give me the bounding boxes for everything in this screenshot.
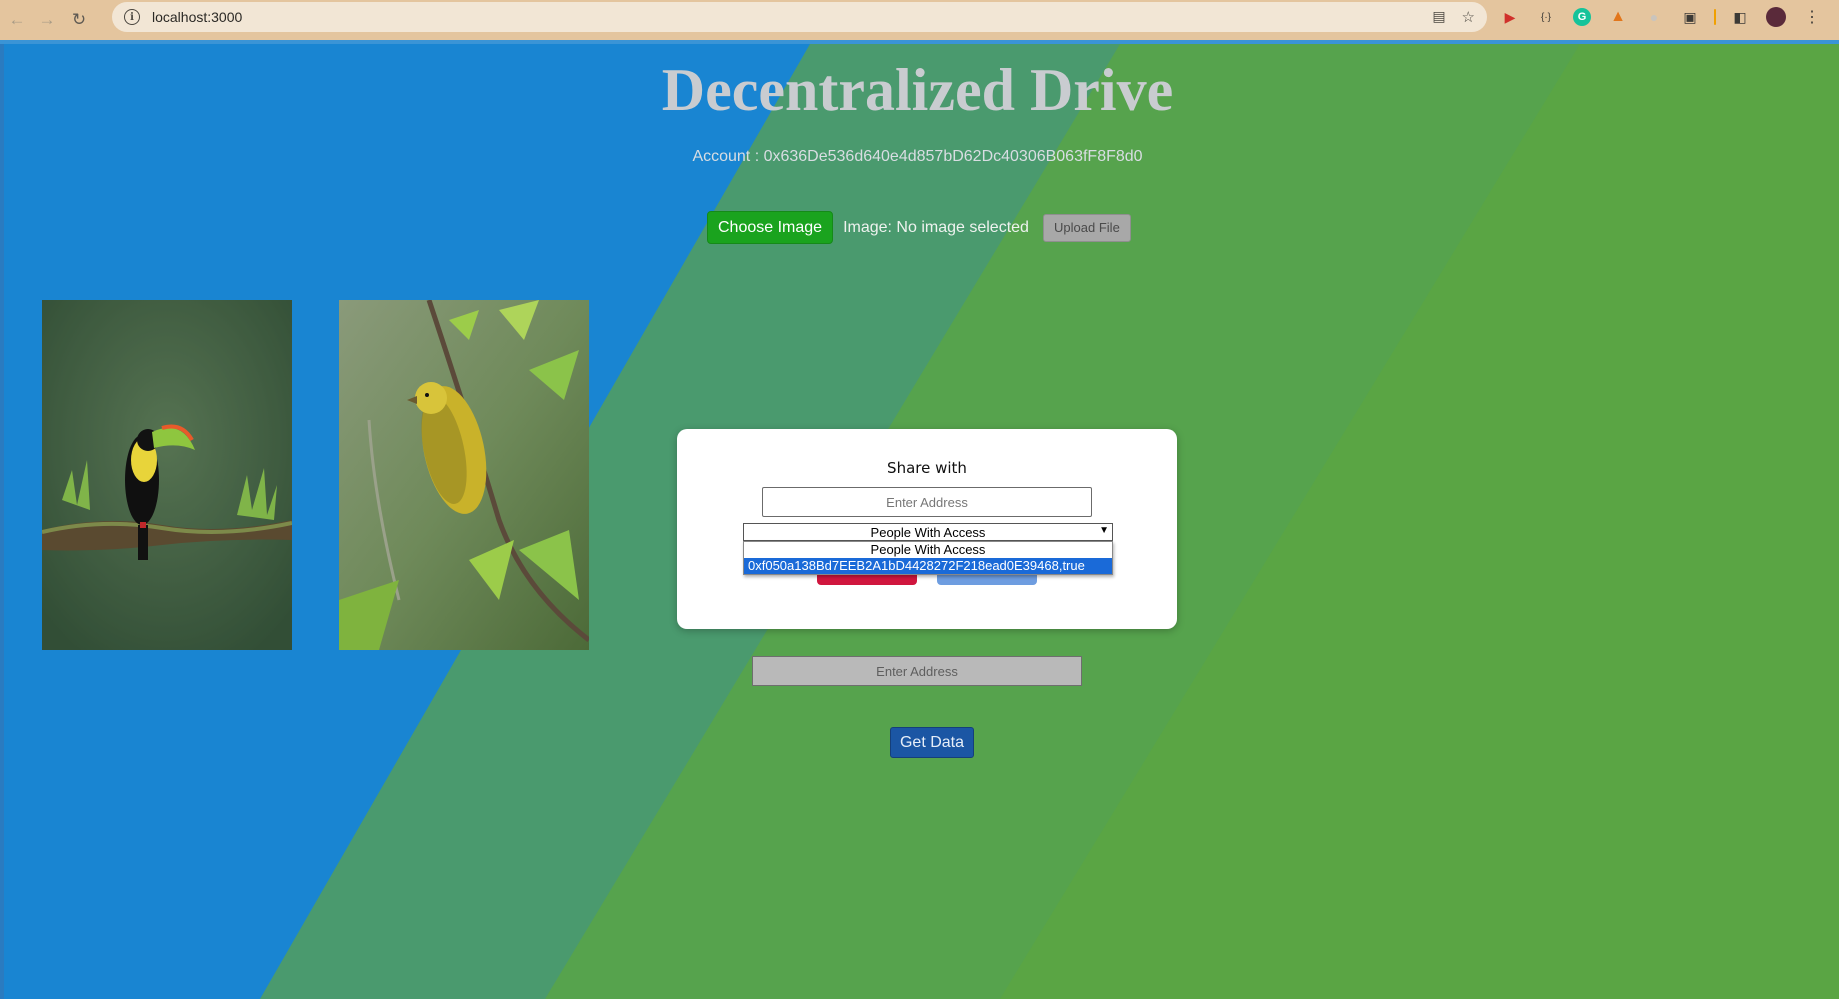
code-braces-icon[interactable]: {·} — [1534, 5, 1558, 29]
yellow-bird-image[interactable] — [339, 300, 589, 650]
profile-avatar-icon[interactable] — [1764, 5, 1788, 29]
url-text: localhost:3000 — [152, 9, 243, 25]
arrow-right-icon[interactable]: → — [30, 3, 64, 37]
page-title: Decentralized Drive — [661, 57, 1174, 123]
file-status-text: Image: No image selected — [843, 218, 1029, 236]
dropdown-option-selected[interactable]: 0xf050a138Bd7EEB2A1bD4428272F218ead0E394… — [744, 558, 1112, 574]
upload-file-button[interactable]: Upload File — [1042, 213, 1131, 242]
address-bar[interactable]: i localhost:3000 ▤ ☆ — [112, 2, 1487, 32]
arrow-left-icon[interactable]: ← — [0, 3, 34, 37]
people-with-access-select[interactable]: People With Access ▼ — [743, 523, 1113, 541]
reload-icon[interactable]: ↻ — [62, 3, 96, 37]
lookup-address-input[interactable] — [752, 656, 1082, 686]
ghost-extension-icon[interactable]: ● — [1642, 5, 1666, 29]
get-data-button[interactable]: Get Data — [890, 727, 974, 758]
bookmark-star-icon[interactable]: ☆ — [1462, 8, 1475, 26]
puzzle-extensions-icon[interactable]: ▣ — [1678, 5, 1702, 29]
side-panel-icon[interactable]: ◧ — [1728, 5, 1752, 29]
select-value: People With Access — [870, 524, 986, 540]
account-address: Account : 0x636De536d640e4d857bD62Dc4030… — [692, 148, 1143, 165]
dropdown-option[interactable]: People With Access — [744, 542, 1112, 558]
toucan-image[interactable] — [42, 300, 292, 650]
kebab-menu-icon[interactable]: ⋮ — [1800, 5, 1824, 29]
chevron-down-icon: ▼ — [1099, 525, 1109, 536]
extensions-area: ▶ {·} G ▲ ● ▣ ◧ ⋮ — [1498, 5, 1824, 29]
choose-image-button[interactable]: Choose Image — [707, 211, 834, 244]
megaphone-icon[interactable]: ▶ — [1498, 5, 1522, 29]
share-address-input[interactable] — [762, 487, 1092, 517]
upload-form: Choose Image Image: No image selected Up… — [707, 211, 1131, 244]
share-modal: Share with Cancel Share People With Acce… — [677, 429, 1177, 629]
toolbar-separator — [1714, 9, 1716, 25]
install-icon[interactable]: ▤ — [1432, 8, 1445, 26]
access-dropdown-list: People With Access 0xf050a138Bd7EEB2A1bD… — [743, 541, 1113, 575]
grammarly-icon[interactable]: G — [1570, 5, 1594, 29]
share-modal-title: Share with — [887, 459, 967, 477]
browser-toolbar: ← → ↻ i localhost:3000 ▤ ☆ ▶ {·} G ▲ ● ▣… — [0, 0, 1839, 40]
metamask-fox-icon[interactable]: ▲ — [1606, 5, 1630, 29]
site-info-icon[interactable]: i — [124, 9, 140, 25]
